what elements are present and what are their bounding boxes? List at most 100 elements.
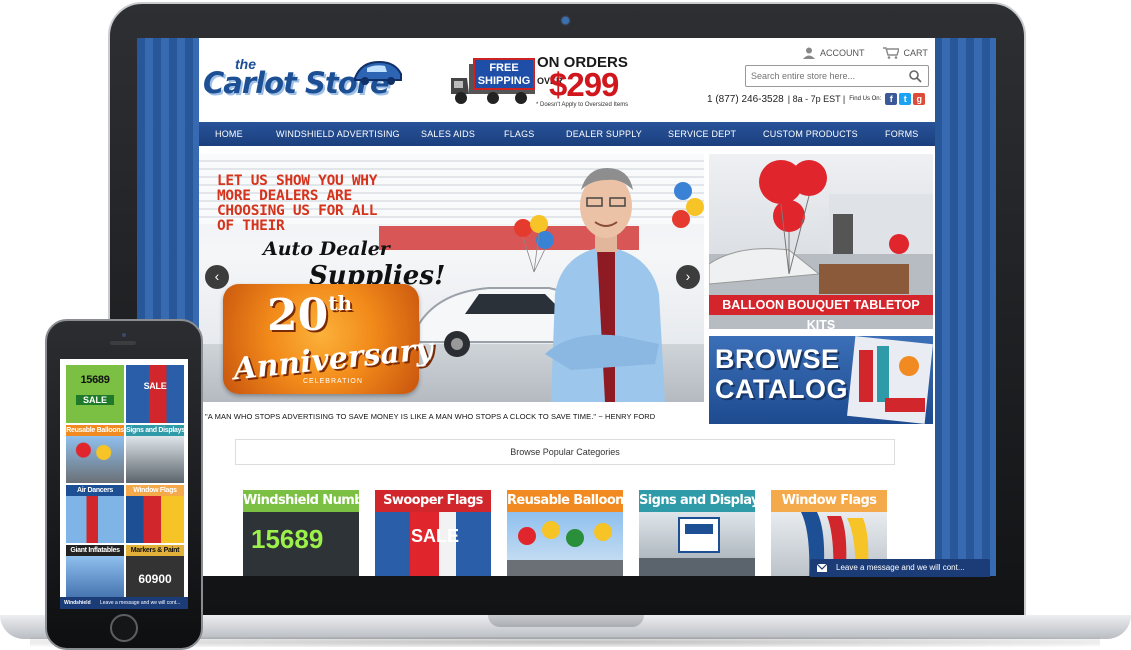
user-icon	[803, 47, 815, 59]
mobile-tile[interactable]: Markers & Paint 60900	[126, 545, 184, 603]
promo-note: * Doesn't Apply to Oversized Items	[536, 102, 629, 108]
account-link[interactable]: ACCOUNT	[803, 47, 865, 59]
phone-number[interactable]: 1 (877) 246-3528	[707, 94, 784, 105]
mobile-tile-title: Reusable Balloons	[66, 425, 124, 436]
contact-bar: 1 (877) 246-3528 | 8a - 7p EST | Find Us…	[707, 93, 926, 105]
anniversary-badge: 20th Anniversary CELEBRATION	[223, 284, 434, 394]
main-nav: HOME WINDSHIELD ADVERTISING SALES AIDS F…	[199, 122, 935, 146]
mobile-tile-title: Markers & Paint	[126, 545, 184, 556]
mobile-tile-image	[66, 436, 124, 483]
category-image: SALE	[375, 512, 491, 576]
category-reusable-balloons[interactable]: Reusable Balloons	[507, 490, 623, 576]
nav-flags[interactable]: FLAGS	[504, 129, 535, 139]
mobile-tile[interactable]: Signs and Displays	[126, 425, 184, 483]
search-icon[interactable]	[909, 70, 922, 83]
mobile-tile[interactable]: Air Dancers	[66, 485, 124, 543]
cart-icon	[882, 47, 899, 59]
nav-windshield-advertising[interactable]: WINDSHIELD ADVERTISING	[276, 129, 400, 139]
anniversary-number-text: 20	[267, 290, 329, 341]
promo-price: $299	[549, 66, 619, 103]
laptop-screen: the Carlot Store FREE SHIPPING ON ORDERS…	[137, 38, 996, 576]
phone-home-button	[110, 614, 138, 642]
mobile-tile-image	[66, 496, 124, 543]
balloon-kits-banner[interactable]: BALLOON BOUQUET TABLETOP KITS	[709, 154, 933, 329]
hero-headline-line: MORE DEALERS ARE	[217, 188, 352, 204]
envelope-icon	[816, 563, 828, 572]
mobile-tile[interactable]: Window Flags	[126, 485, 184, 543]
site-logo[interactable]: the Carlot Store	[201, 56, 407, 116]
mobile-chat-label: Leave a message and we will cont...	[100, 600, 181, 606]
browse-catalog-banner[interactable]: BROWSE CATALOG	[709, 336, 933, 424]
search-box	[745, 65, 929, 87]
cart-label: CART	[903, 48, 928, 58]
mobile-tile-title: Signs and Displays	[126, 425, 184, 436]
google-plus-icon[interactable]: g	[913, 93, 926, 105]
mobile-tile-image	[126, 436, 184, 483]
twitter-icon[interactable]: t	[899, 93, 912, 105]
category-title: Reusable Balloons	[507, 490, 623, 512]
balloon-kits-label: BALLOON BOUQUET TABLETOP KITS	[709, 295, 933, 329]
catalog-text: CATALOG	[715, 374, 848, 404]
henry-ford-quote: "A MAN WHO STOPS ADVERTISING TO SAVE MON…	[205, 412, 656, 421]
hero-headline-line: CHOOSING US FOR ALL	[217, 203, 378, 219]
anniversary-suffix: th	[328, 291, 353, 315]
salesman-image	[545, 168, 665, 402]
facebook-icon[interactable]: f	[885, 93, 898, 105]
nav-service-dept[interactable]: SERVICE DEPT	[668, 129, 736, 139]
side-background-right	[934, 38, 996, 576]
balloons-icon	[507, 521, 623, 576]
free-shipping-badge: FREE SHIPPING	[473, 58, 535, 90]
cart-link[interactable]: CART	[882, 47, 928, 59]
mobile-tile[interactable]: Giant Inflatables	[66, 545, 124, 603]
account-cart-links: ACCOUNT CART	[803, 47, 928, 59]
live-chat-widget[interactable]: Leave a message and we will cont...	[810, 559, 990, 577]
mobile-tile[interactable]: 15689 SALE	[66, 365, 124, 423]
hero-headline-line: OF THEIR	[217, 218, 285, 234]
sign-display-icon	[639, 517, 755, 576]
category-swooper-flags[interactable]: Swooper Flags SALE	[375, 490, 491, 576]
mobile-tile-image	[126, 496, 184, 543]
mobile-tile-sub: 60900	[126, 556, 184, 603]
search-input[interactable]	[746, 66, 906, 86]
mobile-tile[interactable]: SALE	[126, 365, 184, 423]
website-page: the Carlot Store FREE SHIPPING ON ORDERS…	[199, 38, 935, 576]
logo-car-icon	[354, 60, 402, 85]
nav-dealer-supply[interactable]: DEALER SUPPLY	[566, 129, 642, 139]
chat-label: Leave a message and we will cont...	[836, 563, 965, 572]
browse-text: BROWSE	[715, 344, 840, 374]
shipping-label: SHIPPING	[477, 75, 531, 87]
account-label: ACCOUNT	[820, 48, 865, 58]
laptop-camera	[562, 17, 569, 24]
find-us-label: Find Us On:	[849, 96, 882, 102]
phone-speaker	[110, 341, 136, 345]
nav-custom-products[interactable]: CUSTOM PRODUCTS	[763, 129, 858, 139]
nav-home[interactable]: HOME	[215, 129, 243, 139]
free-label: FREE	[489, 62, 519, 74]
phone-screen: 15689 SALE SALE Reusable Balloons Signs …	[60, 359, 188, 609]
nav-sales-aids[interactable]: SALES AIDS	[421, 129, 475, 139]
slider-next-button[interactable]: ›	[676, 265, 700, 289]
hero-auto-dealer: Auto Dealer	[263, 238, 390, 260]
category-signs-and-displays[interactable]: Signs and Displays	[639, 490, 755, 576]
laptop-notch	[488, 615, 644, 627]
hero-slider[interactable]: LET US SHOW YOU WHY MORE DEALERS ARE CHO…	[199, 154, 704, 402]
mobile-chat-widget[interactable]: Windshield Leave a message and we will c…	[60, 597, 188, 609]
free-shipping-promo[interactable]: FREE SHIPPING ON ORDERS OVER $299 * Does…	[449, 54, 649, 110]
mobile-bottom-label: Windshield	[64, 600, 91, 606]
store-hours: | 8a - 7p EST |	[787, 94, 846, 104]
category-image-text: SALE	[411, 526, 460, 546]
device-mockup: the Carlot Store FREE SHIPPING ON ORDERS…	[0, 0, 1131, 650]
mobile-tile-title: Air Dancers	[66, 485, 124, 496]
category-windshield-numbers[interactable]: Windshield Numbers 15689	[243, 490, 359, 576]
anniversary-number: 20th	[267, 290, 352, 341]
mobile-tile-image	[66, 556, 124, 603]
mobile-tile[interactable]: Reusable Balloons	[66, 425, 124, 483]
social-links: f t g	[885, 93, 926, 105]
slider-prev-button[interactable]: ‹	[205, 265, 229, 289]
category-title: Windshield Numbers	[243, 490, 359, 512]
mobile-tile-title: SALE	[143, 381, 167, 391]
mobile-tile-title: Window Flags	[126, 485, 184, 496]
nav-forms[interactable]: FORMS	[885, 129, 919, 139]
category-image: 15689	[243, 512, 359, 576]
browse-popular-categories[interactable]: Browse Popular Categories	[235, 439, 895, 465]
